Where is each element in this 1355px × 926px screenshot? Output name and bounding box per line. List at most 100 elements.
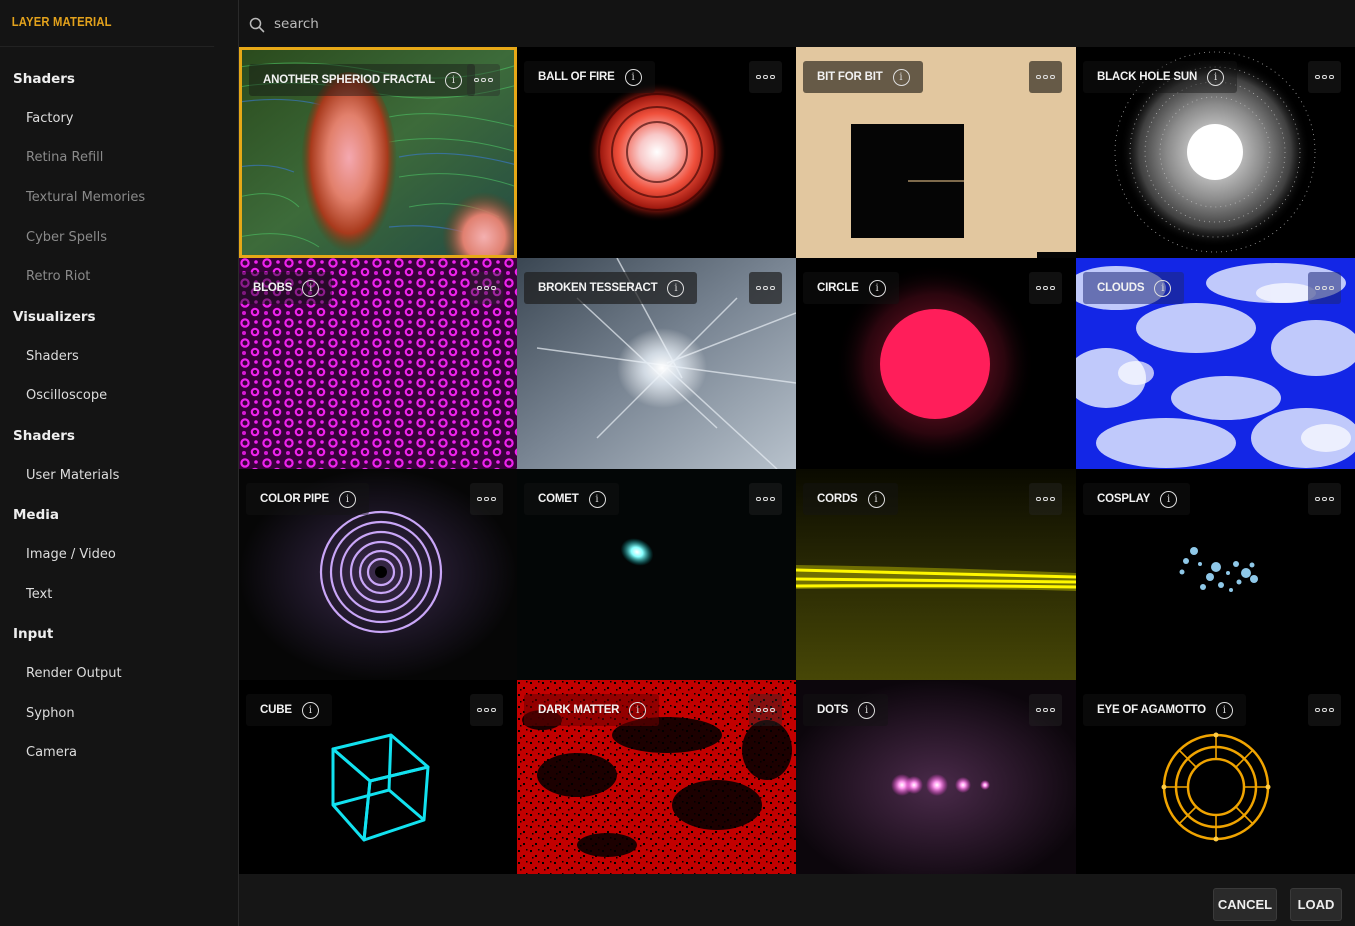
nav-item-retro-riot[interactable]: Retro Riot: [0, 257, 238, 297]
material-title: COSPLAY i: [1083, 483, 1191, 515]
nav-item-retina-refill[interactable]: Retina Refill: [0, 138, 238, 178]
info-icon[interactable]: i: [629, 701, 647, 719]
material-name: COMET: [538, 493, 579, 505]
material-title: CORDS i: [803, 483, 898, 515]
material-tile[interactable]: CLOUDS i: [1076, 258, 1355, 469]
nav-item-cyber-spells[interactable]: Cyber Spells: [0, 218, 238, 258]
material-tile[interactable]: CIRCLE i: [796, 258, 1076, 469]
material-tile[interactable]: DOTS i: [796, 680, 1076, 874]
info-icon[interactable]: i: [302, 279, 320, 297]
material-tile[interactable]: BROKEN TESSERACT i: [517, 258, 796, 469]
material-name: CORDS: [817, 493, 858, 505]
nav-item-image-video[interactable]: Image / Video: [0, 535, 238, 575]
nav-item-factory[interactable]: Factory: [0, 99, 238, 139]
material-title: COLOR PIPE i: [246, 483, 369, 515]
more-button[interactable]: [749, 483, 782, 515]
more-button[interactable]: [749, 272, 782, 304]
more-button[interactable]: [1029, 272, 1062, 304]
nav-list: Shaders Factory Retina Refill Textural M…: [0, 47, 238, 773]
nav-section-shaders: Shaders: [13, 71, 75, 87]
material-title: BROKEN TESSERACT i: [524, 272, 698, 304]
info-icon[interactable]: i: [667, 279, 685, 297]
material-title: BIT FOR BIT i: [803, 61, 923, 93]
info-icon[interactable]: i: [1160, 490, 1178, 508]
info-icon[interactable]: i: [868, 279, 886, 297]
material-tile[interactable]: DARK MATTER i: [517, 680, 796, 874]
cancel-button[interactable]: CANCEL: [1213, 888, 1277, 921]
search-bar: [239, 0, 1355, 47]
material-name: DOTS: [817, 704, 849, 716]
nav-item-text[interactable]: Text: [0, 575, 238, 615]
search-input[interactable]: [274, 15, 674, 32]
search-icon: [249, 17, 265, 32]
material-title: BLACK HOLE SUN i: [1083, 61, 1238, 93]
material-name: CUBE: [260, 704, 292, 716]
info-icon[interactable]: i: [301, 701, 319, 719]
more-button[interactable]: [470, 272, 503, 304]
material-tile[interactable]: CORDS i: [796, 469, 1076, 680]
more-button[interactable]: [467, 64, 500, 96]
more-button[interactable]: [1308, 61, 1341, 93]
sidebar: LAYER MATERIAL Shaders Factory Retina Re…: [0, 0, 239, 926]
material-name: DARK MATTER: [538, 704, 620, 716]
app-title: LAYER MATERIAL: [0, 0, 215, 47]
material-name: BLACK HOLE SUN: [1097, 71, 1198, 83]
material-title: DOTS i: [803, 694, 889, 726]
more-button[interactable]: [1029, 61, 1062, 93]
material-tile[interactable]: BLOBS i: [239, 258, 517, 469]
nav-section-media: Media: [13, 507, 59, 524]
nav-section-input: Input: [13, 626, 54, 643]
load-button[interactable]: LOAD: [1290, 888, 1342, 921]
nav-item-render-output[interactable]: Render Output: [0, 654, 238, 694]
nav-item-textural-memories[interactable]: Textural Memories: [0, 178, 238, 218]
material-name: CIRCLE: [817, 282, 859, 294]
material-tile[interactable]: COMET i: [517, 469, 796, 680]
info-icon[interactable]: i: [1207, 68, 1225, 86]
more-button[interactable]: [470, 694, 503, 726]
material-tile[interactable]: BLACK HOLE SUN i: [1076, 47, 1355, 258]
material-tile[interactable]: COSPLAY i: [1076, 469, 1355, 680]
material-title: BLOBS i: [239, 272, 333, 304]
material-title: EYE OF AGAMOTTO i: [1083, 694, 1246, 726]
more-button[interactable]: [1308, 272, 1341, 304]
material-title: CIRCLE i: [803, 272, 899, 304]
material-tile[interactable]: BIT FOR BIT i: [796, 47, 1076, 258]
info-icon[interactable]: i: [624, 68, 642, 86]
material-title: BALL OF FIRE i: [524, 61, 655, 93]
material-title: ANOTHER SPHERIOD FRACTAL i: [249, 64, 475, 96]
material-name: CLOUDS: [1097, 282, 1145, 294]
material-tile[interactable]: EYE OF AGAMOTTO i: [1076, 680, 1355, 874]
more-button[interactable]: [1308, 483, 1341, 515]
more-button[interactable]: [749, 61, 782, 93]
material-grid: ANOTHER SPHERIOD FRACTAL i BALL OF FIRE …: [239, 47, 1355, 874]
material-name: COLOR PIPE: [260, 493, 329, 505]
info-icon[interactable]: i: [867, 490, 885, 508]
nav-item-camera[interactable]: Camera: [0, 733, 238, 773]
more-button[interactable]: [749, 694, 782, 726]
material-name: BIT FOR BIT: [817, 71, 883, 83]
material-name: COSPLAY: [1097, 493, 1151, 505]
material-tile[interactable]: CUBE i: [239, 680, 517, 874]
material-tile[interactable]: BALL OF FIRE i: [517, 47, 796, 258]
nav-item-user-materials[interactable]: User Materials: [0, 456, 238, 496]
material-tile[interactable]: COLOR PIPE i: [239, 469, 517, 680]
nav-item-oscilloscope[interactable]: Oscilloscope: [0, 376, 238, 416]
more-button[interactable]: [1029, 483, 1062, 515]
info-icon[interactable]: i: [892, 68, 910, 86]
material-name: ANOTHER SPHERIOD FRACTAL: [263, 74, 435, 86]
nav-item-syphon[interactable]: Syphon: [0, 694, 238, 734]
info-icon[interactable]: i: [338, 490, 356, 508]
more-button[interactable]: [1308, 694, 1341, 726]
material-title: CUBE i: [246, 694, 332, 726]
material-tile[interactable]: ANOTHER SPHERIOD FRACTAL i: [239, 47, 517, 258]
info-icon[interactable]: i: [588, 490, 606, 508]
info-icon[interactable]: i: [1154, 279, 1172, 297]
more-button[interactable]: [470, 483, 503, 515]
nav-section-user-shaders: Shaders: [13, 428, 75, 444]
nav-item-visualizer-shaders[interactable]: Shaders: [0, 337, 238, 377]
material-title: DARK MATTER i: [524, 694, 660, 726]
info-icon[interactable]: i: [444, 71, 462, 89]
more-button[interactable]: [1029, 694, 1062, 726]
info-icon[interactable]: i: [1215, 701, 1233, 719]
info-icon[interactable]: i: [858, 701, 876, 719]
